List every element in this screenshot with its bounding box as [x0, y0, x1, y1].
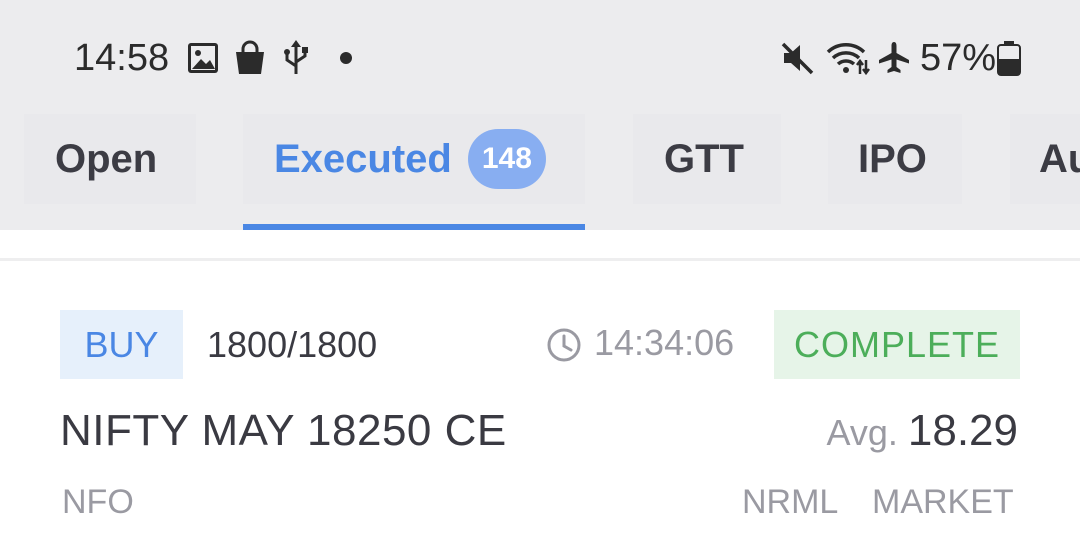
average-price: Avg. 18.29: [827, 404, 1019, 468]
battery-level: 57%: [920, 37, 997, 79]
order-status-badge: COMPLETE: [774, 310, 1020, 379]
airplane-icon: [879, 42, 909, 73]
tab-gtt[interactable]: GTT: [633, 114, 781, 204]
executed-count-badge: 148: [467, 129, 546, 189]
tab-ipo[interactable]: IPO: [828, 114, 962, 204]
average-price-value: 18.29: [907, 406, 1018, 455]
notification-dot: [340, 52, 352, 64]
instrument-name: NIFTY MAY 18250 CE: [60, 406, 507, 455]
tab-open[interactable]: Open: [24, 114, 196, 204]
clock-icon: [547, 328, 581, 362]
tab-executed[interactable]: Executed 148: [243, 114, 585, 204]
order-time: 14:34:06: [594, 322, 735, 363]
shopping-bag-icon: [236, 40, 264, 74]
top-bar: 14:58 57% Open Executed 148 GTT IPO A: [0, 0, 1080, 230]
mute-icon: [781, 42, 814, 75]
active-tab-indicator: [243, 224, 585, 230]
status-time: 14:58: [74, 37, 170, 79]
divider: [0, 258, 1080, 261]
tab-executed-label: Executed: [274, 136, 452, 181]
order-quantity: 1800/1800: [207, 324, 378, 365]
battery-icon: [997, 41, 1021, 76]
exchange-label: NFO: [62, 483, 134, 521]
gallery-icon: [188, 43, 218, 73]
tab-auctions-label: Au: [1039, 136, 1080, 181]
tab-auctions[interactable]: Au: [1010, 114, 1080, 204]
order-type: MARKET: [872, 483, 1014, 521]
usb-icon: [284, 40, 308, 74]
tab-ipo-label: IPO: [858, 136, 927, 181]
tab-gtt-label: GTT: [664, 136, 744, 181]
wifi-icon: [826, 43, 870, 76]
order-side-badge: BUY: [60, 310, 183, 379]
average-price-label: Avg.: [826, 412, 898, 453]
tab-open-label: Open: [55, 136, 158, 181]
product-type: NRML: [742, 483, 839, 521]
